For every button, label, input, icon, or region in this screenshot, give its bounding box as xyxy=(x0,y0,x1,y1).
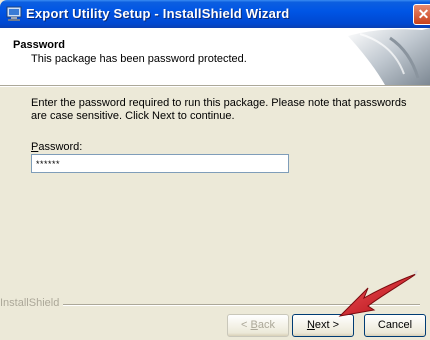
back-button-rest: ack xyxy=(257,319,275,331)
pointer-arrow xyxy=(338,270,418,317)
setup-computer-icon xyxy=(6,6,22,21)
header-separator xyxy=(0,85,430,87)
back-button[interactable]: < Back xyxy=(227,314,289,337)
instructions-text: Enter the password required to run this … xyxy=(31,97,407,122)
back-button-access-key: B xyxy=(250,319,258,331)
password-label: Password: xyxy=(31,141,82,153)
window-title: Export Utility Setup - InstallShield Wiz… xyxy=(26,6,290,21)
installshield-brand: InstallShield xyxy=(0,297,64,309)
installshield-wizard-window: Export Utility Setup - InstallShield Wiz… xyxy=(0,0,430,340)
title-bar[interactable]: Export Utility Setup - InstallShield Wiz… xyxy=(0,0,430,28)
next-button-access-key: N xyxy=(306,319,315,331)
page-title: Password xyxy=(13,39,65,51)
wizard-header: Password This package has been password … xyxy=(0,28,430,85)
back-button-arrow: < xyxy=(241,319,248,331)
close-button[interactable]: ✕ xyxy=(413,4,430,25)
header-graphic xyxy=(348,28,430,85)
password-label-rest: assword: xyxy=(38,141,83,153)
close-icon: ✕ xyxy=(417,6,430,22)
password-input[interactable] xyxy=(31,154,289,173)
page-subtitle: This package has been password protected… xyxy=(31,53,247,65)
